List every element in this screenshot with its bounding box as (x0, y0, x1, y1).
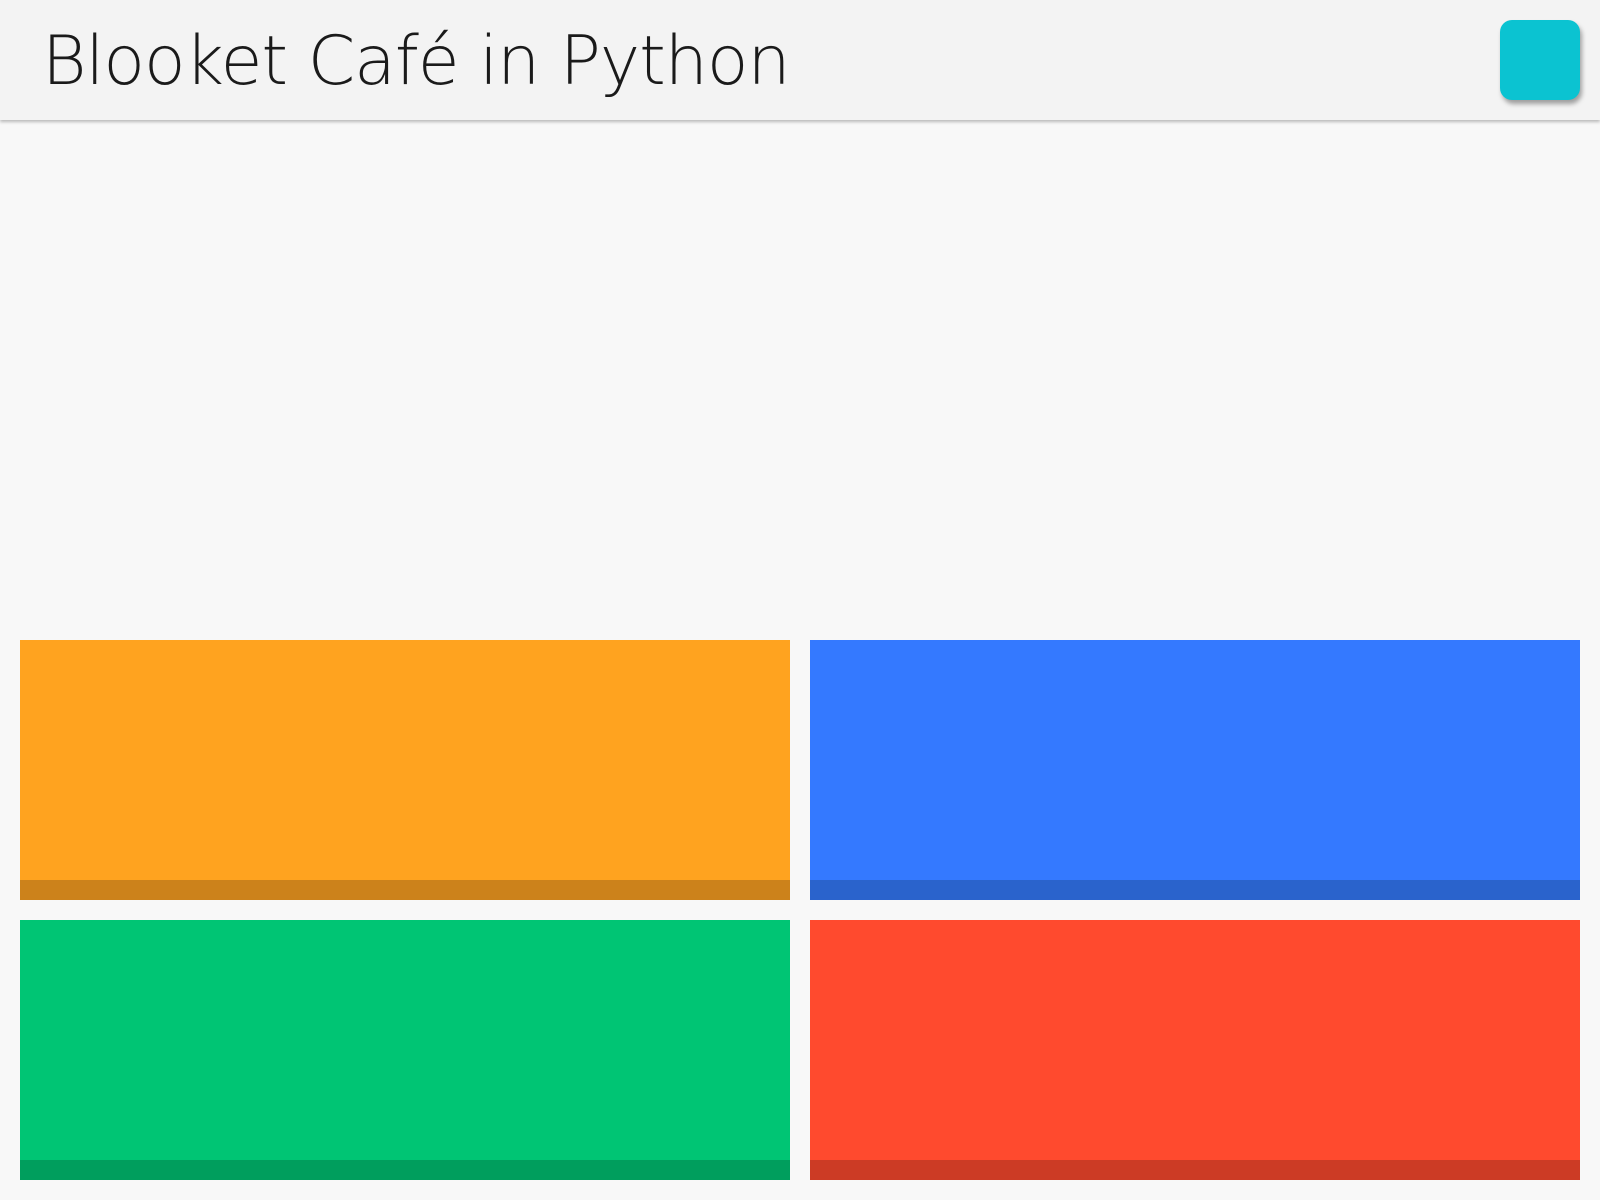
answer-option-label (810, 920, 1580, 1160)
header-bar: Blooket Café in Python (0, 0, 1600, 120)
answer-option-1[interactable] (20, 640, 790, 900)
answer-option-3[interactable] (20, 920, 790, 1180)
answer-option-edge (810, 880, 1580, 900)
question-area (0, 120, 1600, 640)
answer-option-label (810, 640, 1580, 880)
answer-option-4[interactable] (810, 920, 1580, 1180)
answer-option-edge (20, 880, 790, 900)
menu-button[interactable] (1500, 20, 1580, 100)
answer-option-2[interactable] (810, 640, 1580, 900)
answer-option-label (20, 920, 790, 1160)
page-title: Blooket Café in Python (42, 22, 791, 101)
answer-option-edge (810, 1160, 1580, 1180)
answer-option-edge (20, 1160, 790, 1180)
answer-option-label (20, 640, 790, 880)
